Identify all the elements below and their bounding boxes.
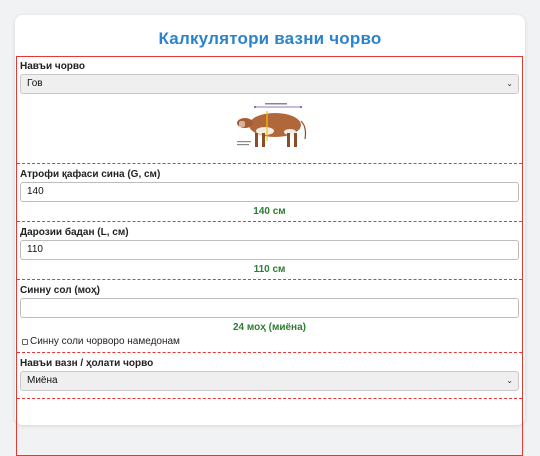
condition-selected: Миёна xyxy=(27,375,58,386)
chest-girth-label: Атрофи қафаси сина (G, см) xyxy=(20,169,161,180)
age-unknown-row[interactable]: Синну соли чорворо намедонам xyxy=(22,336,180,347)
chevron-down-icon: ⌄ xyxy=(506,79,513,88)
animal-type-section: Навъи чорво Гов ⌄ xyxy=(17,57,522,164)
age-section: Синну сол (моҳ) 24 моҳ (миёна) Синну сол… xyxy=(17,281,522,353)
chest-girth-input[interactable]: 140 xyxy=(20,182,519,202)
condition-select[interactable]: Миёна ⌄ xyxy=(20,371,519,391)
page-title: Калкулятори вазни чорво xyxy=(158,29,382,48)
body-length-section: Дарозии бадан (L, см) 110 110 см xyxy=(17,223,522,280)
body-length-label: Дарозии бадан (L, см) xyxy=(20,227,129,238)
calculator-card: Калкулятори вазни чорво Навъи чорво Гов … xyxy=(15,15,525,456)
age-label: Синну сол (моҳ) xyxy=(20,285,100,296)
animal-type-selected: Гов xyxy=(27,78,43,89)
cow-diagram-image xyxy=(237,103,307,147)
calculator-form: Навъи чорво Гов ⌄ Атрофи қафаси сина (G,… xyxy=(16,56,523,456)
chest-girth-section: Атрофи қафаси сина (G, см) 140 140 см xyxy=(17,165,522,222)
body-length-input[interactable]: 110 xyxy=(20,240,519,260)
age-unknown-checkbox[interactable] xyxy=(22,338,28,345)
chevron-down-icon: ⌄ xyxy=(506,376,513,385)
animal-type-label: Навъи чорво xyxy=(20,61,86,72)
body-length-display: 110 см xyxy=(253,264,286,275)
age-display: 24 моҳ (миёна) xyxy=(233,322,306,333)
age-unknown-label: Синну соли чорворо намедонам xyxy=(30,336,180,347)
age-input[interactable] xyxy=(20,298,519,318)
condition-label: Навъи вазн / ҳолати чорво xyxy=(20,358,154,369)
condition-section: Навъи вазн / ҳолати чорво Миёна ⌄ xyxy=(17,354,522,399)
chest-girth-display: 140 см xyxy=(253,206,286,217)
animal-type-select[interactable]: Гов ⌄ xyxy=(20,74,519,94)
